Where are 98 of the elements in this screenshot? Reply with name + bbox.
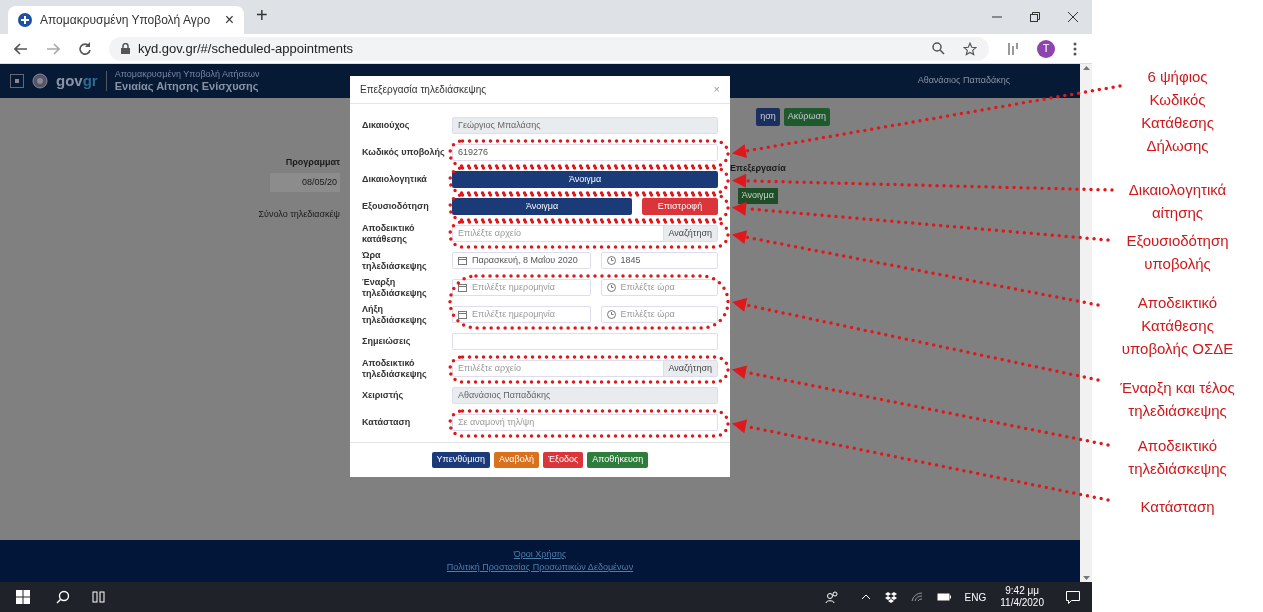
tab-title: Απομακρυσμένη Υποβολή Αγρο: [40, 12, 212, 29]
input-field[interactable]: 619276: [452, 144, 718, 161]
page-button[interactable]: Ακύρωση: [783, 108, 830, 126]
globe-icon: [18, 13, 32, 27]
url-text: kyd.gov.gr/#/scheduled-appointments: [138, 39, 354, 58]
address-bar[interactable]: kyd.gov.gr/#/scheduled-appointments: [109, 36, 989, 61]
browse-button[interactable]: Αναζήτηση: [662, 361, 717, 376]
calendar-icon: [458, 256, 467, 265]
input-field[interactable]: Παρασκευή, 8 Μαΐου 2020: [452, 252, 591, 269]
field-label: Λήξη τηλεδιάσκεψης: [362, 303, 428, 326]
new-tab-button[interactable]: +: [256, 0, 268, 30]
extension-icon[interactable]: [1007, 41, 1019, 56]
field-label: Κωδικός υποβολής: [362, 147, 446, 158]
clock-time[interactable]: 9:42 μμ: [1005, 585, 1039, 597]
field-label: Κατάσταση: [362, 417, 412, 428]
battery-icon[interactable]: [936, 593, 951, 601]
dialog-title: Επεξεργασία τηλεδιάσκεψης: [360, 83, 487, 97]
field-label: Σημειώσεις: [362, 336, 412, 347]
open-button[interactable]: Άνοιγμα: [452, 198, 632, 215]
reload-icon[interactable]: [78, 42, 91, 55]
table-cell: 08/05/20: [270, 172, 340, 192]
annotation-text: τηλεδιάσκεψης: [1128, 401, 1227, 421]
annotation-text: Εξουσιοδότηση: [1126, 231, 1229, 251]
annotation-text: υποβολής ΟΣΔΕ: [1121, 339, 1234, 359]
page-button[interactable]: ηση: [756, 108, 780, 126]
field-label: Αποδεικτικό κατάθεσης: [362, 222, 416, 245]
caret-icon[interactable]: [860, 594, 871, 600]
dialog-button[interactable]: Έξοδος: [543, 452, 584, 468]
field-label: Χειριστής: [362, 390, 405, 401]
annotation-text: Δήλωσης: [1146, 136, 1209, 156]
browse-button[interactable]: Αναζήτηση: [662, 226, 717, 241]
lock-icon: [121, 43, 130, 54]
user-name: Αθανάσιος Παπαδάκης: [917, 74, 1010, 88]
scroll-down-icon[interactable]: [1082, 576, 1090, 580]
file-placeholder: Επιλέξτε αρχείο: [457, 226, 522, 240]
emblem-icon: [32, 73, 48, 89]
close-icon[interactable]: ×: [224, 8, 234, 32]
browser-tab[interactable]: Απομακρυσμένη Υποβολή Αγρο ×: [8, 6, 244, 34]
clock-icon: [606, 310, 616, 319]
annotation-text: Έναρξη και τέλος: [1120, 378, 1235, 398]
calendar-icon: [458, 283, 467, 292]
input-field[interactable]: [452, 333, 718, 350]
menu-icon[interactable]: [10, 74, 24, 88]
zoom-icon[interactable]: [932, 42, 945, 55]
field-label: Εξουσιοδότηση: [362, 201, 430, 212]
annotation-text: Κατάθεσης: [1141, 316, 1214, 336]
language-indicator[interactable]: ENG: [964, 589, 987, 605]
annotation-text: Κατάθεσης: [1141, 113, 1214, 133]
restore-icon[interactable]: [1030, 12, 1040, 22]
clock-date[interactable]: 11/4/2020: [1000, 597, 1044, 609]
windows-icon[interactable]: [16, 590, 30, 604]
annotation-text: τηλεδιάσκεψης: [1128, 459, 1227, 479]
field-label: Αποδεικτικό τηλεδιάσκεψης: [362, 357, 428, 380]
back-icon[interactable]: [14, 42, 28, 55]
notification-icon[interactable]: [1066, 590, 1080, 604]
field-label: Έναρξη τηλεδιάσκεψης: [362, 276, 428, 299]
logo-text: govgr: [56, 70, 98, 91]
column-heading: Επεξεργασία: [730, 161, 786, 175]
field-label: Δικαιολογητικά: [362, 174, 428, 185]
task-view-icon[interactable]: [92, 590, 106, 604]
annotation-text: Δικαιολογητικά: [1128, 180, 1227, 200]
open-button[interactable]: Άνοιγμα: [452, 171, 718, 188]
annotation-text: υποβολής: [1144, 254, 1211, 274]
scrollbar[interactable]: [1080, 64, 1092, 582]
calendar-icon: [458, 310, 467, 319]
annotation-text: Αποδεικτικό: [1137, 436, 1218, 456]
annotation-text: Αποδεικτικό: [1137, 293, 1218, 313]
file-input[interactable]: Επιλέξτε αρχείο Αναζήτηση: [452, 360, 718, 377]
open-button[interactable]: Άνοιγμα: [737, 188, 778, 204]
site-title: Ενιαίας Αίτησης Ενίσχυσης: [114, 81, 260, 92]
annotation-text: Κωδικός: [1149, 90, 1206, 110]
annotation-text: 6 ψήφιος: [1147, 67, 1208, 87]
annotation-text: αίτησης: [1151, 203, 1204, 223]
footer-link[interactable]: Όροι Χρήσης: [513, 547, 567, 561]
dialog-button[interactable]: Υπενθύμιση: [431, 452, 490, 468]
dialog-button[interactable]: Αποθήκευση: [587, 452, 649, 468]
field-label: Ώρα τηλεδιάσκεψης: [362, 249, 428, 272]
input-field[interactable]: 1845: [600, 252, 718, 269]
menu-icon[interactable]: [1073, 41, 1077, 56]
file-placeholder: Επιλέξτε αρχείο: [457, 361, 522, 375]
field-label: Δικαιούχος: [362, 120, 411, 131]
scroll-up-icon[interactable]: [1082, 66, 1090, 70]
site-subtitle: Απομακρυσμένη Υποβολή Αιτήσεων: [114, 70, 260, 79]
clock-icon: [606, 256, 616, 265]
star-icon[interactable]: [963, 41, 977, 56]
box-icon[interactable]: [884, 591, 897, 603]
close-icon[interactable]: [1068, 12, 1078, 22]
footer-link[interactable]: Πολιτική Προστασίας Προσωπικών Δεδομένων: [446, 561, 634, 575]
summary-text: Σύνολο τηλεδιασκέψ: [258, 208, 340, 221]
wifi-icon[interactable]: [910, 592, 923, 602]
search-icon[interactable]: [56, 590, 70, 604]
open-button[interactable]: Επιστροφή: [642, 198, 718, 215]
file-input[interactable]: Επιλέξτε αρχείο Αναζήτηση: [452, 225, 718, 242]
column-heading: Προγραμματ: [285, 156, 340, 169]
people-icon[interactable]: [824, 590, 839, 604]
clock-icon: [606, 283, 616, 292]
annotation-text: Κατάσταση: [1140, 497, 1215, 517]
profile-avatar[interactable]: T: [1037, 39, 1055, 58]
